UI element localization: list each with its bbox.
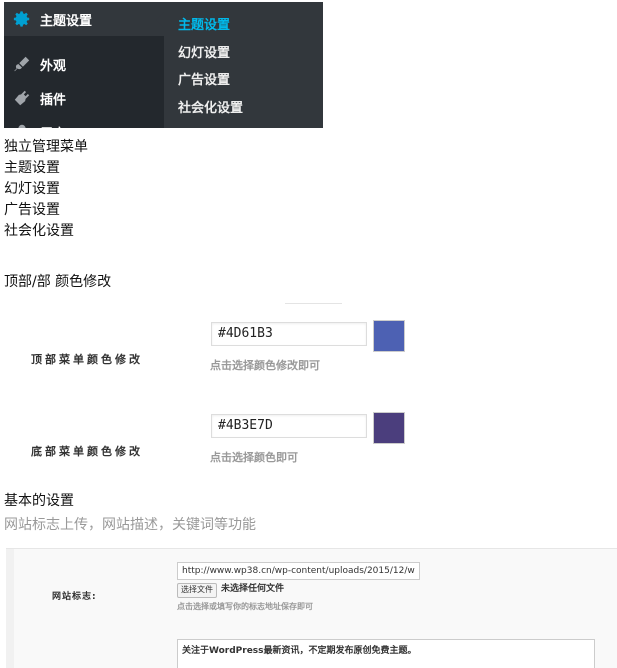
divider [285,303,342,304]
submenu-item-slider-settings[interactable]: 幻灯设置 [178,42,230,61]
logo-hint: 点击选择或填写你的标志地址保存即可 [177,602,313,611]
top-menu-color-swatch[interactable] [373,320,405,352]
bottom-menu-color-input[interactable]: #4B3E7D [211,414,367,438]
menu-list-item: 主题设置 [4,160,60,176]
menu-item-plugins[interactable]: 插件 [4,81,164,115]
menu-list-item: 社会化设置 [4,223,74,239]
top-menu-color-input[interactable]: #4D61B3 [211,322,367,346]
submenu-item-social-settings[interactable]: 社会化设置 [178,97,243,116]
site-description-textarea[interactable]: 关注于WordPress最新资讯，不定期发布原创免费主题。 [177,639,595,668]
submenu-item-ad-settings[interactable]: 广告设置 [178,69,230,88]
basic-settings-panel: 网站标志: http://www.wp38.cn/wp-content/uplo… [6,548,617,668]
menu-item-appearance[interactable]: 外观 [4,47,164,81]
basic-settings-subtitle: 网站标志上传，网站描述，关键词等功能 [4,517,256,533]
brush-icon [12,54,32,74]
admin-menu-main: 主题设置 外观 插件 用户 [4,2,164,128]
menu-list-item: 广告设置 [4,202,60,218]
file-status: 未选择任何文件 [221,584,285,594]
choose-file-button[interactable]: 选择文件 [177,583,217,598]
logo-url-input[interactable]: http://www.wp38.cn/wp-content/uploads/20… [177,562,420,580]
menu-item-users[interactable]: 用户 [4,115,164,128]
bottom-menu-color-swatch[interactable] [373,412,405,444]
standalone-menu-heading: 独立管理菜单 [4,139,88,155]
bottom-menu-color-hint: 点击选择颜色即可 [210,451,298,464]
submenu-item-theme-settings[interactable]: 主题设置 [178,14,230,33]
color-section-title: 顶部/部 颜色修改 [4,274,112,290]
plug-icon [12,88,32,108]
admin-submenu: 主题设置 幻灯设置 广告设置 社会化设置 [164,2,323,128]
menu-item-label: 外观 [40,58,67,74]
menu-item-theme-settings[interactable]: 主题设置 [4,2,164,36]
bottom-menu-color-label: 底部菜单颜色修改 [31,445,143,458]
menu-list-item: 幻灯设置 [4,181,60,197]
current-menu-arrow [156,12,164,28]
menu-item-label: 插件 [40,92,67,108]
logo-label: 网站标志: [52,592,97,602]
basic-settings-form: 网站标志: http://www.wp38.cn/wp-content/uplo… [14,549,617,668]
gear-icon [12,9,32,29]
menu-item-label: 用户 [40,123,66,129]
top-menu-color-hint: 点击选择颜色修改即可 [210,359,320,372]
admin-menu: 主题设置 外观 插件 用户 主题设置 幻灯设置 广告设置 社会化设置 [4,2,323,128]
basic-settings-title: 基本的设置 [4,493,74,509]
user-icon [12,122,32,128]
top-menu-color-label: 顶部菜单颜色修改 [31,353,143,366]
menu-item-label: 主题设置 [40,13,93,29]
